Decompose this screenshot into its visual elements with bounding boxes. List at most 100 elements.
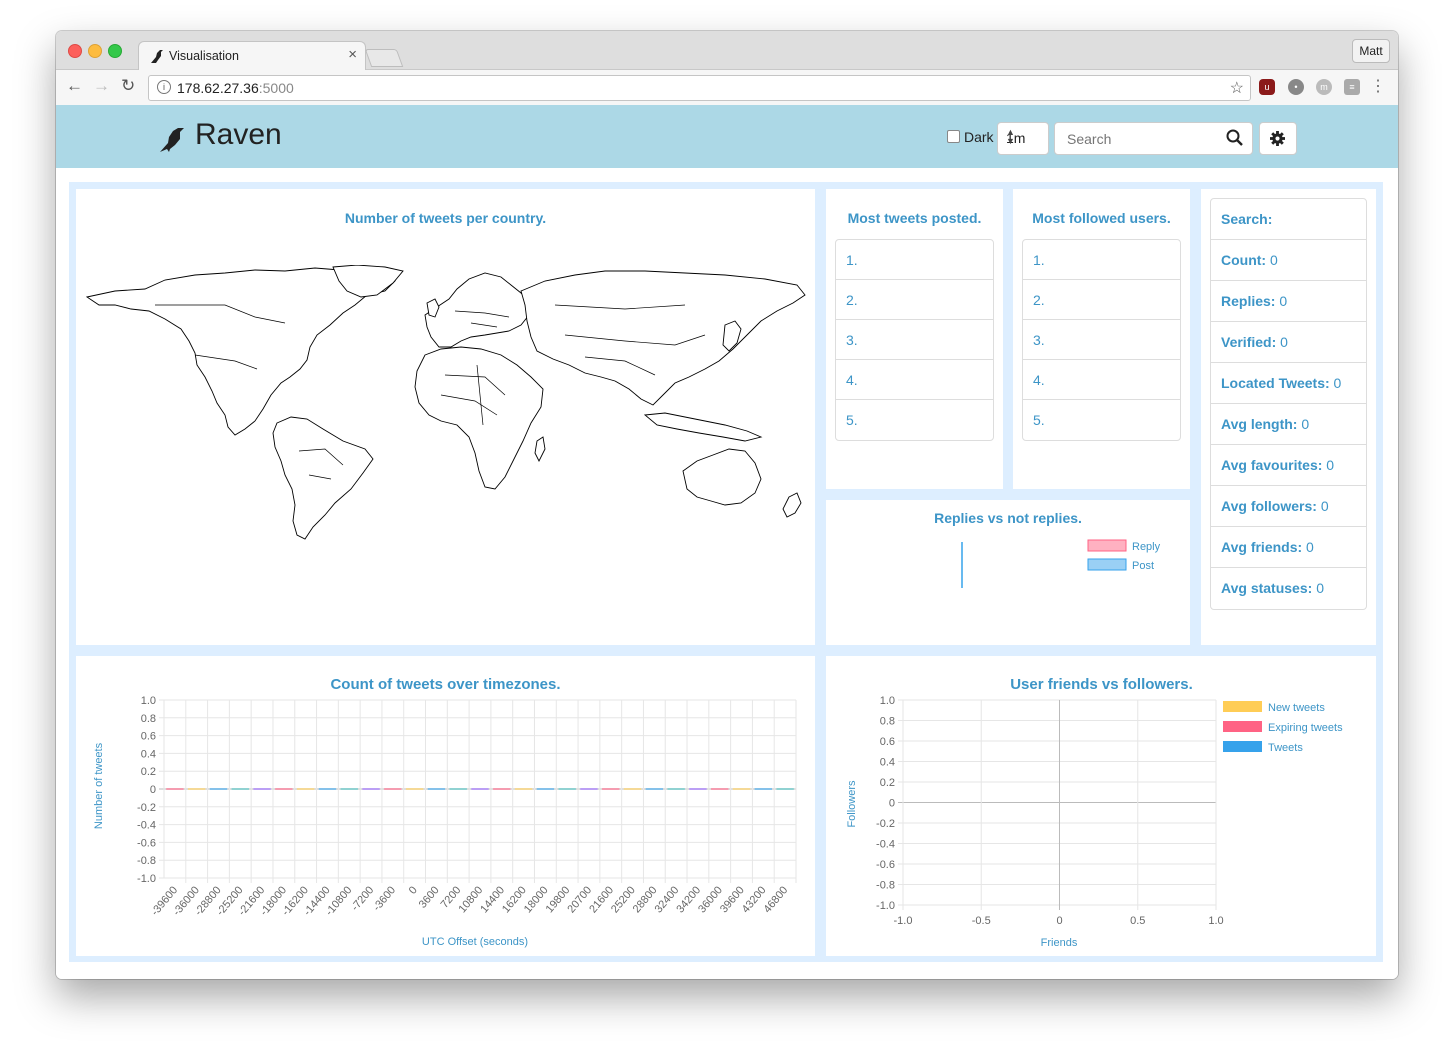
- m-extension-icon[interactable]: m: [1316, 79, 1332, 95]
- list-item[interactable]: 2.: [1023, 280, 1180, 320]
- interval-select[interactable]: 1m ▲ ▼: [997, 122, 1049, 155]
- timezone-bar[interactable]: [449, 788, 467, 790]
- timezone-bar[interactable]: [187, 788, 206, 790]
- timezone-bar[interactable]: [754, 788, 773, 790]
- back-icon[interactable]: ←: [66, 76, 83, 96]
- legend-new-tweets-label: New tweets: [1268, 702, 1325, 714]
- legend-expiring-tweets-swatch: [1223, 721, 1262, 732]
- browser-menu-icon[interactable]: ⋮: [1370, 76, 1386, 96]
- list-item[interactable]: 3.: [836, 320, 993, 360]
- minimize-window-button[interactable]: [88, 44, 102, 58]
- rss-extension-icon[interactable]: ≡: [1344, 79, 1360, 95]
- timezone-bar[interactable]: [711, 788, 729, 790]
- timezone-ytick: 0.8: [141, 713, 156, 725]
- list-item[interactable]: 3.: [1023, 320, 1180, 360]
- map-country-asia[interactable]: [520, 270, 806, 406]
- settings-button[interactable]: [1259, 122, 1297, 155]
- ff-xtick: 0.5: [1130, 915, 1145, 927]
- ff-ytick: 0.8: [880, 716, 895, 728]
- brand-title[interactable]: Raven: [195, 118, 282, 152]
- map-country-south-america[interactable]: [272, 416, 374, 540]
- map-country-north-america[interactable]: [85, 267, 396, 436]
- profile-button[interactable]: Matt: [1352, 39, 1390, 63]
- map-country-europe[interactable]: [424, 272, 532, 348]
- timezone-bar[interactable]: [645, 788, 664, 790]
- timezone-bar[interactable]: [340, 788, 358, 790]
- dark-mode-label: Dark: [964, 129, 994, 145]
- close-window-button[interactable]: [68, 44, 82, 58]
- ff-ytick: -0.2: [876, 818, 895, 830]
- ff-ytick: 1.0: [880, 695, 895, 707]
- map-country-africa[interactable]: [414, 346, 544, 490]
- replies-chart: Reply Post: [961, 539, 1161, 588]
- list-item[interactable]: 2.: [836, 280, 993, 320]
- map-country-australia[interactable]: [682, 448, 762, 506]
- timezone-bar[interactable]: [362, 788, 380, 790]
- timezone-bar[interactable]: [275, 788, 293, 790]
- most-tweets-list: 1. 2. 3. 4. 5.: [835, 239, 994, 441]
- stat-avg-length: Avg length: 0: [1211, 404, 1366, 445]
- timezone-bar[interactable]: [558, 788, 576, 790]
- list-item[interactable]: 1.: [1023, 240, 1180, 280]
- timezone-bar[interactable]: [318, 788, 337, 790]
- list-item[interactable]: 5.: [1023, 400, 1180, 440]
- search-input[interactable]: [1065, 130, 1219, 148]
- search-box[interactable]: [1054, 122, 1253, 155]
- stat-located-tweets: Located Tweets: 0: [1211, 363, 1366, 404]
- reload-icon[interactable]: ↻: [121, 76, 135, 96]
- map-country-japan[interactable]: [722, 320, 742, 352]
- map-country-new-zealand[interactable]: [782, 492, 802, 518]
- bookmark-star-icon[interactable]: ☆: [1230, 78, 1244, 98]
- maximize-window-button[interactable]: [108, 44, 122, 58]
- timezone-bar[interactable]: [602, 788, 620, 790]
- timezone-bar[interactable]: [514, 788, 533, 790]
- map-country-indonesia[interactable]: [643, 412, 763, 442]
- list-item[interactable]: 5.: [836, 400, 993, 440]
- stat-search: Search:: [1211, 199, 1366, 240]
- timezone-ytick: -0.6: [137, 837, 156, 849]
- stats-panel: Search: Count: 0 Replies: 0 Verified: 0 …: [1201, 189, 1376, 645]
- timezone-bar[interactable]: [732, 788, 751, 790]
- timezone-xtick: 3600: [417, 884, 442, 910]
- app-navbar: Raven Dark 1m ▲ ▼: [56, 105, 1398, 168]
- timezone-bar[interactable]: [536, 788, 555, 790]
- timezone-bar[interactable]: [231, 788, 249, 790]
- browser-tab[interactable]: Visualisation ×: [138, 41, 366, 71]
- new-tab-button[interactable]: [364, 49, 404, 67]
- friends-followers-chart[interactable]: 1.0 0.8 0.6 0.4 0.2 0 -0.2 -0.4 -0.6 -0.8 -1.0 -1.…: [826, 656, 1376, 956]
- search-icon[interactable]: [1226, 129, 1244, 147]
- close-tab-icon[interactable]: ×: [348, 46, 357, 63]
- timezone-bar[interactable]: [689, 788, 707, 790]
- list-item[interactable]: 4.: [836, 360, 993, 400]
- timezone-bar[interactable]: [580, 788, 598, 790]
- timezone-bar[interactable]: [427, 788, 446, 790]
- timezone-bar[interactable]: [296, 788, 315, 790]
- address-bar[interactable]: i 178.62.27.36:5000 ☆: [148, 75, 1251, 101]
- dark-mode-checkbox[interactable]: [947, 130, 960, 143]
- timezone-bar[interactable]: [405, 788, 424, 790]
- timezone-bar[interactable]: [166, 788, 184, 790]
- dark-mode-toggle[interactable]: Dark: [947, 129, 994, 145]
- world-map[interactable]: [85, 265, 807, 549]
- timezone-xtick: 0: [407, 884, 420, 896]
- map-country-madagascar[interactable]: [534, 436, 546, 463]
- forward-icon[interactable]: →: [93, 76, 110, 96]
- raven-logo-icon: [160, 128, 184, 152]
- timezone-chart[interactable]: 1.00.80.60.40.20-0.2-0.4-0.6-0.8-1.0 -39…: [76, 656, 815, 956]
- map-panel: Number of tweets per country.: [76, 189, 815, 645]
- timezone-bar[interactable]: [667, 788, 685, 790]
- list-item[interactable]: 1.: [836, 240, 993, 280]
- timezone-bar[interactable]: [776, 788, 794, 790]
- timezone-bar[interactable]: [471, 788, 489, 790]
- timezone-bar[interactable]: [493, 788, 511, 790]
- timezone-bar[interactable]: [253, 788, 271, 790]
- timezone-bar[interactable]: [384, 788, 402, 790]
- site-info-icon[interactable]: i: [157, 80, 171, 94]
- lightbulb-extension-icon[interactable]: •: [1288, 79, 1304, 95]
- timezone-bar[interactable]: [209, 788, 228, 790]
- list-item[interactable]: 4.: [1023, 360, 1180, 400]
- ublock-extension-icon[interactable]: u: [1259, 79, 1275, 95]
- ff-ytick: -0.4: [876, 839, 895, 851]
- timezone-panel: Count of tweets over timezones. 1.0 0.8 0.…: [76, 656, 815, 956]
- timezone-bar[interactable]: [623, 788, 642, 790]
